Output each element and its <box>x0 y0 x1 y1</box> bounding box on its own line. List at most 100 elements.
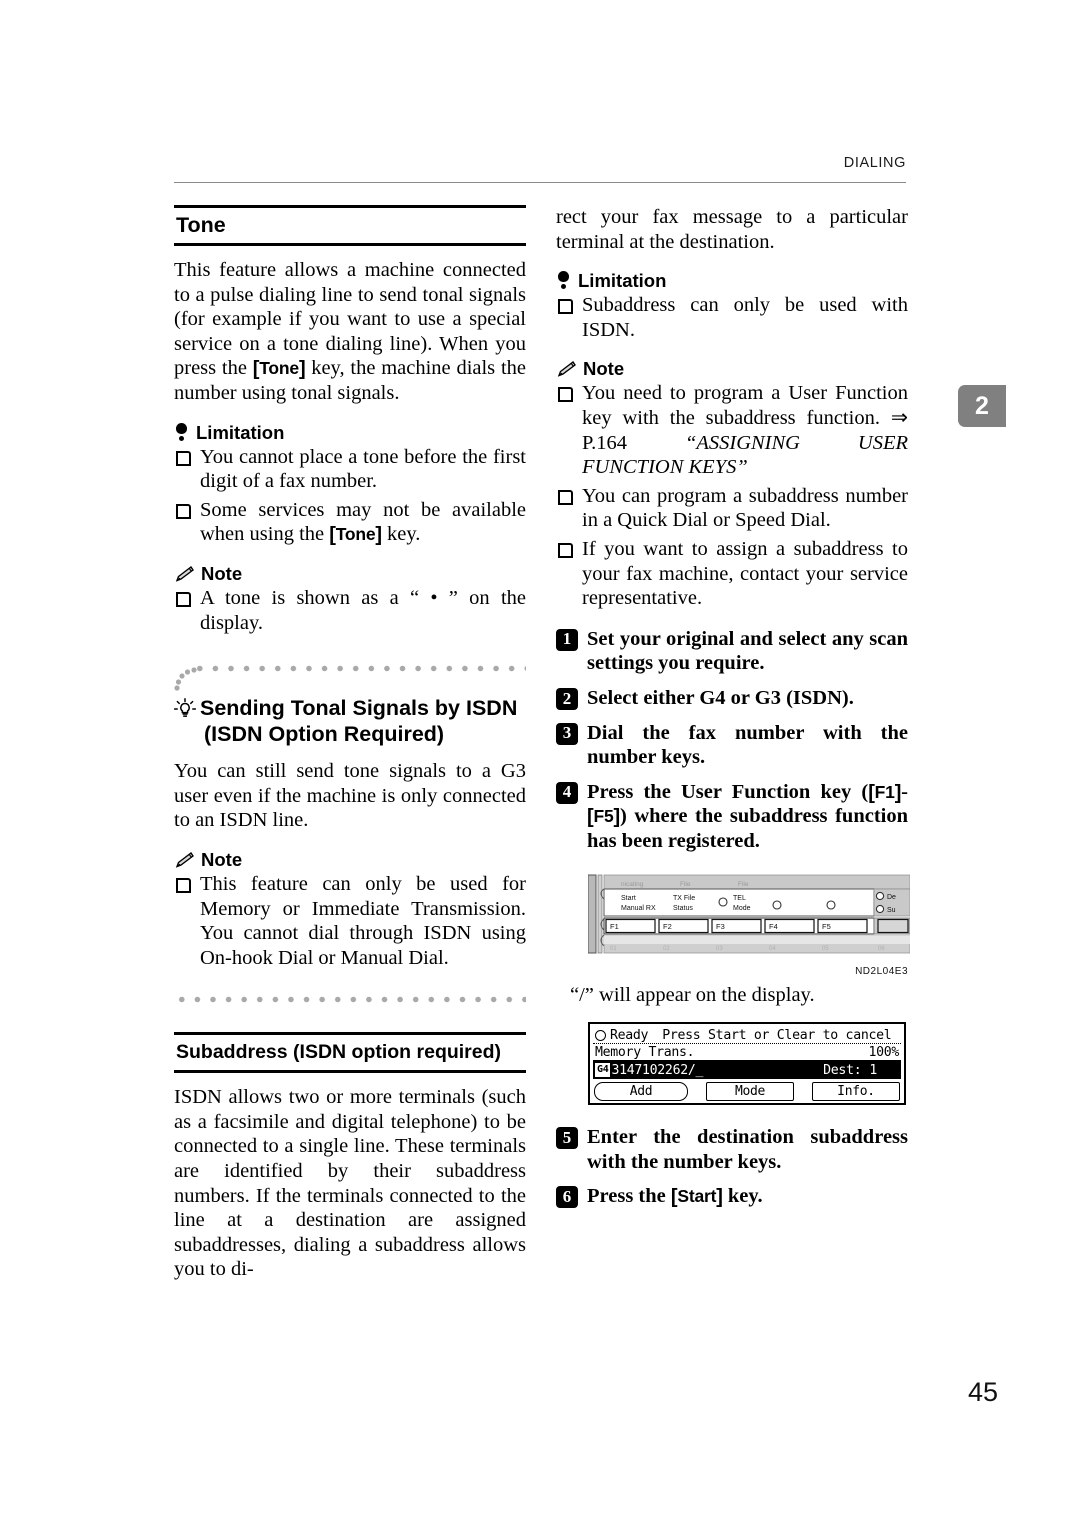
svg-text:F2: F2 <box>663 922 672 931</box>
tone-keycap: [Tone] <box>329 524 382 547</box>
note-heading: Note <box>174 563 526 583</box>
f1-keycap: [F1] <box>868 781 902 804</box>
lcd-mode-label: Memory Trans. <box>595 1044 695 1060</box>
step-text: Press the [Start] key. <box>587 1184 908 1209</box>
section-heading-isdn: Sending Tonal Signals by ISDN (ISDN Opti… <box>173 695 526 747</box>
step-text: Press the User Function key ([F1]- [F5]) … <box>587 780 908 854</box>
step-6: 6 Press the [Start] key. <box>556 1184 908 1209</box>
dotted-separator-2 <box>174 992 526 1012</box>
section-heading-tone: Tone <box>174 205 526 246</box>
dotted-curve <box>174 667 197 691</box>
step-number: 3 <box>556 722 578 745</box>
lcd-fax-number: 3147102262/_ <box>611 1062 704 1078</box>
dotted-line <box>192 665 526 673</box>
dotted-line <box>174 996 526 1004</box>
lcd-display-figure: Ready Press Start or Clear to cancel Mem… <box>588 1022 906 1106</box>
limitation-list: Subaddress can only be used with ISDN. <box>556 293 908 342</box>
dotted-separator <box>174 661 526 691</box>
tone-keycap: [Tone] <box>252 358 306 381</box>
right-column: rect your fax message to a particular te… <box>556 205 911 1219</box>
limitation-label: Limitation <box>196 421 285 443</box>
heading-subaddress-title: Subaddress (ISDN option required) <box>176 1041 502 1064</box>
note-list: You need to program a User Function key … <box>556 381 908 610</box>
page-header: DIALING <box>174 155 906 183</box>
pencil-icon <box>174 851 194 869</box>
g4-badge: G4 <box>595 1063 611 1078</box>
section-heading-subaddress: Subaddress (ISDN option required) <box>174 1032 526 1074</box>
svg-text:File: File <box>680 881 691 888</box>
list-item: A tone is shown as a “ • ” on the displa… <box>174 586 526 635</box>
step-5: 5 Enter the destination subaddress with … <box>556 1125 908 1174</box>
step-text: Set your original and select any scan se… <box>587 627 908 675</box>
step-number: 5 <box>556 1127 578 1150</box>
lcd-softkey-row: Add Mode Info. <box>593 1081 901 1102</box>
svg-text:De: De <box>887 894 896 901</box>
list-item: Some services may not be available when … <box>174 498 526 547</box>
step-text-pre: Press the <box>587 1185 671 1208</box>
step-text-post: key. <box>722 1185 763 1208</box>
lcd-info-button[interactable]: Info. <box>812 1082 900 1102</box>
isdn-heading-line1: Sending Tonal Signals by ISDN <box>200 696 518 721</box>
isdn-paragraph: You can still send tone signals to a G3 … <box>174 760 526 832</box>
limitation-heading: Limitation <box>556 270 908 292</box>
list-item: You can program a subaddress number in a… <box>556 484 908 533</box>
pencil-icon <box>556 360 576 378</box>
svg-text:F5: F5 <box>822 922 831 931</box>
svg-text:nicating: nicating <box>621 881 644 888</box>
step-text-post: ) where the subaddress function has been… <box>587 805 908 852</box>
lcd-status-row: Ready Press Start or Clear to cancel <box>593 1027 901 1045</box>
step-text: Enter the destination subaddress with th… <box>587 1126 908 1173</box>
pencil-icon <box>174 565 194 583</box>
svg-text:TX File: TX File <box>673 895 695 902</box>
slash-caption: “/” will appear on the display. <box>570 984 815 1007</box>
limitation-heading: Limitation <box>174 422 526 442</box>
svg-text:03: 03 <box>716 946 723 952</box>
step-text: Dial the fax number with the number keys… <box>587 721 908 769</box>
note2-label: Note <box>201 848 243 870</box>
step-4: 4 Press the User Function key ([F1]- [F5]… <box>556 780 908 854</box>
step-number: 1 <box>556 628 578 651</box>
start-keycap: [Start] <box>670 1186 723 1209</box>
list-item: If you want to assign a subaddress to yo… <box>556 537 908 611</box>
svg-text:05: 05 <box>822 946 829 952</box>
header-rule <box>174 182 906 183</box>
left-column: Tone This feature allows a machine conne… <box>173 205 526 1282</box>
step-number: 2 <box>556 687 578 710</box>
step-text-pre: Press the User Function key ( <box>587 780 869 803</box>
svg-text:Su: Su <box>887 907 896 914</box>
svg-text:TEL: TEL <box>733 895 746 902</box>
lcd-dest-value: 1 <box>869 1062 877 1078</box>
note-heading: Note <box>556 358 908 380</box>
lcd-mode-button[interactable]: Mode <box>706 1082 794 1102</box>
note-label: Note <box>583 358 625 380</box>
list-item: This feature can only be used for Memory… <box>174 872 526 970</box>
svg-text:F4: F4 <box>769 922 778 931</box>
list-item: Subaddress can only be used with ISDN. <box>556 293 908 342</box>
note-list: A tone is shown as a “ • ” on the displa… <box>174 586 526 635</box>
lcd-memory-percent: 100% <box>868 1044 899 1060</box>
limitation-icon <box>556 271 571 290</box>
svg-text:01: 01 <box>610 946 617 952</box>
svg-text:F1: F1 <box>610 922 619 931</box>
clock-icon <box>595 1029 606 1041</box>
step-3: 3 Dial the fax number with the number ke… <box>556 721 908 770</box>
limitation-list: You cannot place a tone before the first… <box>174 445 526 547</box>
note2-heading: Note <box>174 849 526 869</box>
step-1: 1 Set your original and select any scan … <box>556 627 908 676</box>
step-2: 2 Select either G4 or G3 (ISDN). <box>556 686 908 711</box>
keycap-dash: - <box>901 780 908 803</box>
control-panel-figure: nicating File File Start Manual RX TX Fi… <box>587 871 911 977</box>
lcd-add-button[interactable]: Add <box>594 1082 688 1102</box>
limitation-label: Limitation <box>578 270 667 292</box>
list-item: You need to program a User Function key … <box>556 381 908 479</box>
list-item-tail: key. <box>381 523 421 546</box>
note-label: Note <box>201 562 243 584</box>
heading-tone-title: Tone <box>176 213 226 237</box>
lcd-dest-label: Dest: <box>823 1062 862 1078</box>
lcd-number-row: G4 3147102262/_ Dest: 1 <box>593 1061 901 1080</box>
svg-text:F3: F3 <box>716 922 725 931</box>
step-number: 6 <box>556 1186 578 1209</box>
figure-caption: ND2L04E3 <box>855 966 908 978</box>
svg-text:Status: Status <box>673 905 693 912</box>
chapter-tab: 2 <box>958 385 1006 427</box>
